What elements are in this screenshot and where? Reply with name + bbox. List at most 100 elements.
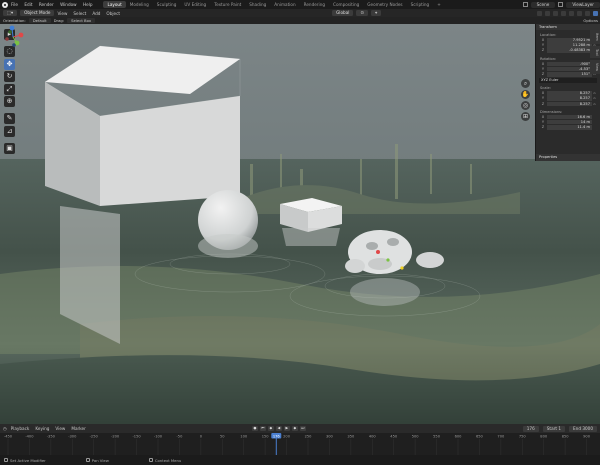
gizmo-z-icon[interactable] (9, 25, 15, 31)
end-frame-field[interactable]: End 3000 (569, 425, 597, 432)
menu-help[interactable]: Help (83, 2, 93, 7)
add-cube-icon[interactable]: ▣ (4, 142, 15, 154)
camera-icon[interactable]: ◎ (521, 101, 530, 110)
timeline-tick-label: 350 (347, 435, 355, 439)
rotation-y-field[interactable]: -4.53° (547, 66, 592, 72)
location-y-field[interactable]: 11.288 m (547, 43, 592, 48)
tab-item[interactable]: Item (590, 30, 600, 44)
pan-icon[interactable]: ✋ (521, 90, 530, 99)
gizmo-x-icon[interactable] (18, 32, 24, 38)
menu-select[interactable]: Select (73, 11, 86, 16)
timeline-tick-label: -350 (47, 435, 56, 439)
scale-z-field[interactable]: 8.257 (547, 101, 592, 107)
gizmo-toggle-icon[interactable] (545, 10, 550, 16)
jump-end-icon[interactable]: ⏭ (299, 426, 306, 431)
menu-file[interactable]: File (11, 2, 18, 7)
location-z-field[interactable]: -0.48383 m (547, 48, 592, 53)
visibility-icon[interactable] (537, 10, 542, 16)
tab-compositing[interactable]: Compositing (329, 1, 363, 8)
menu-keying[interactable]: Keying (35, 426, 49, 431)
jump-start-icon[interactable]: ⏮ (259, 426, 266, 431)
monkey-reflection (350, 278, 420, 306)
menu-add[interactable]: Add (92, 11, 100, 16)
xray-icon[interactable] (561, 10, 566, 16)
tab-rendering[interactable]: Rendering (300, 1, 329, 8)
dimensions-z-field[interactable]: 11.4 m (547, 125, 592, 130)
pivot-icon[interactable]: ⊙ (356, 10, 368, 16)
3d-viewport[interactable]: ▸ ◌ ✥ ↻ ⤢ ⊕ ✎ ⊿ ▣ ⌕ ✋ ◎ ⊞ (0, 24, 600, 424)
transform-orientation-select[interactable]: Global (332, 10, 354, 16)
play-icon[interactable]: ▶ (283, 426, 290, 431)
timeline-tick-label: 300 (326, 435, 334, 439)
menu-view[interactable]: View (57, 11, 67, 16)
rotation-mode-select[interactable]: XYZ Euler (539, 78, 597, 84)
view-layer-field[interactable]: ViewLayer (566, 1, 600, 8)
annotate-icon[interactable]: ✎ (4, 113, 15, 124)
mouse-right-icon (148, 458, 153, 462)
tab-animation[interactable]: Animation (270, 1, 299, 8)
move-icon[interactable]: ✥ (4, 58, 15, 70)
rotate-icon[interactable]: ↻ (4, 71, 15, 82)
timeline-tick-label: 750 (519, 435, 527, 439)
record-icon[interactable]: ● (251, 426, 258, 431)
scene-field[interactable]: Scene (530, 1, 556, 8)
tab-shading[interactable]: Shading (245, 1, 270, 8)
blender-logo-icon[interactable] (2, 1, 8, 8)
mode-select[interactable]: Object Mode (20, 10, 55, 16)
timeline-area[interactable]: -450 -400 -350 -300 -250 -200 -150 -100 -50 0 50 10… (0, 433, 600, 455)
orientation-select[interactable]: Default (28, 18, 51, 23)
menu-edit[interactable]: Edit (24, 2, 32, 7)
scale-y-field[interactable]: 8.257 (547, 96, 592, 101)
shading-solid-icon[interactable] (577, 10, 582, 16)
menu-object[interactable]: Object (106, 11, 120, 16)
menu-marker[interactable]: Marker (71, 426, 85, 431)
next-key-icon[interactable]: ◆ (291, 426, 298, 431)
snap-icon[interactable]: ⌖ (370, 10, 382, 16)
scale-x-field[interactable]: 8.257 (547, 91, 592, 96)
properties-panel-header[interactable]: Properties (536, 154, 600, 161)
start-frame-field[interactable]: Start 1 (542, 425, 566, 432)
tab-texture-paint[interactable]: Texture Paint (210, 1, 245, 8)
rotation-z-field[interactable]: 151° (547, 71, 592, 77)
tab-sculpting[interactable]: Sculpting (153, 1, 181, 8)
tab-view[interactable]: View (590, 60, 600, 75)
shading-material-icon[interactable] (585, 10, 590, 16)
navigation-gizmo[interactable] (0, 24, 26, 50)
dimensions-x-field[interactable]: 16.6 m (547, 114, 592, 120)
timeline-tick-label: 200 (283, 435, 291, 439)
menu-timeline-view[interactable]: View (55, 426, 65, 431)
timeline-tick-label: 250 (305, 435, 313, 439)
timeline-editor-icon[interactable]: ◷ (3, 426, 7, 431)
timeline-tick-label: -50 (176, 435, 183, 439)
shading-wireframe-icon[interactable] (569, 10, 574, 16)
play-reverse-icon[interactable]: ◀ (275, 426, 282, 431)
shading-rendered-icon[interactable] (593, 10, 598, 16)
measure-icon[interactable]: ⊿ (4, 125, 15, 137)
tab-layout[interactable]: Layout (103, 1, 126, 8)
menu-window[interactable]: Window (60, 2, 77, 7)
current-frame-field[interactable]: 176 (522, 425, 539, 432)
editor-type-button[interactable]: ⬚▾ (3, 10, 18, 16)
tab-scripting[interactable]: Scripting (407, 1, 434, 8)
rotation-x-field[interactable]: -900° (547, 61, 592, 67)
menu-render[interactable]: Render (39, 2, 54, 7)
ortho-grid-icon[interactable]: ⊞ (521, 112, 530, 121)
drag-select[interactable]: Select Box (67, 18, 96, 23)
zoom-icon[interactable]: ⌕ (521, 79, 530, 88)
tab-geometry-nodes[interactable]: Geometry Nodes (363, 1, 406, 8)
add-workspace-button[interactable]: + (433, 1, 445, 8)
tab-modeling[interactable]: Modeling (126, 1, 153, 8)
overlay-toggle-icon[interactable] (553, 10, 558, 16)
lock-icon[interactable]: ⌂ (592, 102, 597, 107)
transform-icon[interactable]: ⊕ (4, 96, 15, 107)
prev-key-icon[interactable]: ◆ (267, 426, 274, 431)
mouse-middle-icon (85, 458, 90, 462)
location-x-field[interactable]: 7.9521 m (547, 38, 592, 43)
dimensions-y-field[interactable]: 14 m (547, 119, 592, 125)
options-menu[interactable]: Options (583, 18, 598, 23)
scale-icon[interactable]: ⤢ (4, 83, 15, 95)
large-cube-object[interactable] (44, 45, 241, 206)
tab-tool[interactable]: Tool (590, 45, 600, 59)
tab-uv-editing[interactable]: UV Editing (180, 1, 210, 8)
menu-playback[interactable]: Playback (11, 426, 30, 431)
